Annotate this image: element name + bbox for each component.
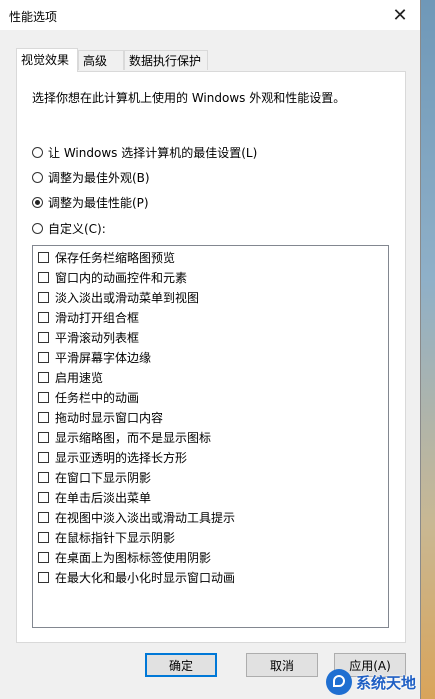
checkbox[interactable] (38, 351, 49, 363)
site-watermark: 系统天地 (326, 665, 435, 699)
radio-circle-selected (32, 196, 43, 208)
option-label: 显示亚透明的选择长方形 (55, 450, 188, 465)
close-button[interactable]: ✕ (380, 0, 420, 30)
checkbox[interactable] (38, 511, 49, 523)
option-label: 平滑滚动列表框 (55, 330, 140, 345)
option-desktop-icon-label-shadows[interactable]: 在桌面上为图标标签使用阴影 (38, 547, 211, 567)
option-fade-slide-menus[interactable]: 淡入淡出或滑动菜单到视图 (38, 287, 199, 307)
tab-label: 视觉效果 (21, 53, 70, 67)
checkbox[interactable] (38, 471, 49, 483)
option-slide-combo-boxes[interactable]: 滑动打开组合框 (38, 307, 139, 327)
checkbox[interactable] (38, 411, 49, 423)
checkbox[interactable] (38, 531, 49, 543)
radio-dot (35, 199, 40, 205)
radio-label: 调整为最佳性能(P) (48, 195, 149, 210)
visual-effects-panel: 选择你想在此计算机上使用的 Windows 外观和性能设置。 让 Windows… (16, 71, 406, 643)
option-fade-menus-after-click[interactable]: 在单击后淡出菜单 (38, 487, 151, 507)
button-label: 取消 (269, 658, 294, 673)
option-label: 淡入淡出或滑动菜单到视图 (55, 290, 200, 305)
radio-circle (32, 222, 43, 234)
option-label: 滑动打开组合框 (55, 310, 140, 325)
option-mouse-pointer-shadow[interactable]: 在鼠标指针下显示阴影 (38, 527, 175, 547)
tab-label: 高级 (83, 54, 108, 68)
close-icon: ✕ (392, 4, 408, 26)
window-title: 性能选项 (9, 10, 58, 24)
watermark-logo-icon (326, 669, 352, 695)
option-taskbar-thumbnail-previews[interactable]: 保存任务栏缩略图预览 (38, 247, 175, 267)
tab-visual-effects[interactable]: 视觉效果 (16, 48, 78, 72)
option-show-thumbnails[interactable]: 显示缩略图，而不是显示图标 (38, 427, 211, 447)
option-window-shadows[interactable]: 在窗口下显示阴影 (38, 467, 151, 487)
checkbox[interactable] (38, 451, 49, 463)
option-label: 窗口内的动画控件和元素 (55, 270, 188, 285)
checkbox[interactable] (38, 391, 49, 403)
radio-best-appearance[interactable]: 调整为最佳外观(B) (32, 168, 150, 186)
radio-best-performance[interactable]: 调整为最佳性能(P) (32, 193, 149, 211)
checkbox[interactable] (38, 491, 49, 503)
checkbox[interactable] (38, 331, 49, 343)
radio-circle (32, 171, 43, 183)
option-label: 任务栏中的动画 (55, 390, 140, 405)
ok-button[interactable]: 确定 (145, 653, 217, 677)
checkbox[interactable] (38, 271, 49, 283)
button-label: 确定 (168, 658, 193, 673)
option-smooth-scroll-list[interactable]: 平滑滚动列表框 (38, 327, 139, 347)
checkbox[interactable] (38, 571, 49, 583)
option-show-window-contents-dragging[interactable]: 拖动时显示窗口内容 (38, 407, 163, 427)
checkbox[interactable] (38, 291, 49, 303)
option-fade-slide-tooltips[interactable]: 在视图中淡入淡出或滑动工具提示 (38, 507, 235, 527)
option-translucent-selection[interactable]: 显示亚透明的选择长方形 (38, 447, 187, 467)
option-label: 启用速览 (55, 370, 104, 385)
option-label: 在视图中淡入淡出或滑动工具提示 (55, 510, 236, 525)
option-smooth-font-edges[interactable]: 平滑屏幕字体边缘 (38, 347, 151, 367)
option-enable-peek[interactable]: 启用速览 (38, 367, 103, 387)
option-label: 拖动时显示窗口内容 (55, 410, 164, 425)
tab-label: 数据执行保护 (129, 54, 202, 68)
option-animate-min-max[interactable]: 在最大化和最小化时显示窗口动画 (38, 567, 235, 587)
radio-circle (32, 146, 43, 158)
radio-custom[interactable]: 自定义(C): (32, 219, 106, 237)
option-label: 在桌面上为图标标签使用阴影 (55, 550, 212, 565)
checkbox[interactable] (38, 371, 49, 383)
radio-label: 让 Windows 选择计算机的最佳设置(L) (48, 145, 258, 160)
option-label: 平滑屏幕字体边缘 (55, 350, 152, 365)
cancel-button[interactable]: 取消 (246, 653, 318, 677)
tab-data-execution-prevention[interactable]: 数据执行保护 (124, 50, 208, 70)
performance-options-dialog: 性能选项 ✕ 视觉效果 高级 数据执行保护 选择你想在此计算机上使用的 Wind… (0, 0, 421, 699)
radio-let-windows-choose[interactable]: 让 Windows 选择计算机的最佳设置(L) (32, 143, 257, 161)
radio-label: 调整为最佳外观(B) (48, 170, 150, 185)
watermark-text: 系统天地 (356, 673, 417, 692)
tab-advanced[interactable]: 高级 (78, 50, 124, 70)
panel-description: 选择你想在此计算机上使用的 Windows 外观和性能设置。 (32, 91, 346, 105)
checkbox[interactable] (38, 251, 49, 263)
option-animate-controls[interactable]: 窗口内的动画控件和元素 (38, 267, 187, 287)
option-label: 在单击后淡出菜单 (55, 490, 152, 505)
radio-label: 自定义(C): (48, 221, 106, 236)
option-label: 显示缩略图，而不是显示图标 (55, 430, 212, 445)
option-label: 在窗口下显示阴影 (55, 470, 152, 485)
checkbox[interactable] (38, 311, 49, 323)
checkbox[interactable] (38, 431, 49, 443)
option-label: 在最大化和最小化时显示窗口动画 (55, 570, 236, 585)
option-label: 保存任务栏缩略图预览 (55, 250, 176, 265)
visual-effects-list[interactable]: 保存任务栏缩略图预览 窗口内的动画控件和元素 淡入淡出或滑动菜单到视图 滑动打开… (32, 245, 389, 628)
checkbox[interactable] (38, 551, 49, 563)
option-label: 在鼠标指针下显示阴影 (55, 530, 176, 545)
option-taskbar-animations[interactable]: 任务栏中的动画 (38, 387, 139, 407)
title-bar: 性能选项 ✕ (0, 0, 420, 30)
